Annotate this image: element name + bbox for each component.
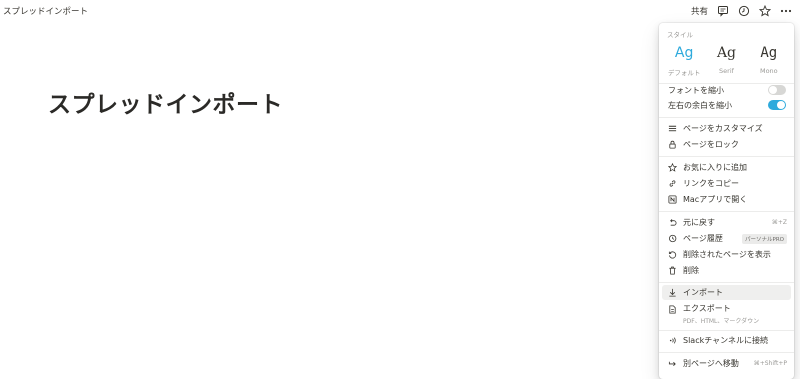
show-deleted-pages-label: 削除されたページを表示	[683, 250, 771, 259]
copy-link-item[interactable]: リンクをコピー	[662, 176, 791, 191]
style-mono-glyph: Ag	[760, 45, 778, 61]
restore-icon	[667, 250, 677, 260]
open-in-mac-item[interactable]: Macアプリで開く	[662, 192, 791, 207]
style-mono-label: Mono	[759, 67, 778, 75]
customize-page-item[interactable]: ページをカスタマイズ	[662, 121, 791, 136]
export-label: エクスポート	[683, 304, 731, 313]
connect-slack-label: Slackチャンネルに接続	[683, 336, 768, 345]
delete-item[interactable]: 削除	[662, 263, 791, 278]
style-section-title: スタイル	[667, 31, 693, 39]
breadcrumb[interactable]: スプレッドインポート	[3, 5, 88, 17]
trash-icon	[667, 266, 677, 276]
menu-divider	[659, 330, 794, 331]
undo-shortcut: ⌘+Z	[771, 219, 787, 226]
export-text: エクスポート PDF、HTML、マークダウン	[683, 303, 759, 325]
move-page-label: 別ページへ移動	[683, 359, 739, 368]
menu-divider	[659, 117, 794, 118]
undo-icon	[667, 218, 677, 228]
move-icon	[667, 359, 677, 369]
add-favorite-label: お気に入りに追加	[683, 163, 747, 172]
export-formats: PDF、HTML、マークダウン	[683, 318, 760, 325]
export-icon	[667, 304, 677, 314]
undo-label: 元に戻す	[683, 218, 715, 227]
lock-icon	[667, 140, 677, 150]
top-actions: 共有	[691, 3, 792, 19]
menu-divider	[659, 156, 794, 157]
small-text-label: フォントを縮小	[668, 86, 724, 95]
style-default-label: デフォルト	[667, 69, 701, 77]
show-deleted-pages-item[interactable]: 削除されたページを表示	[662, 247, 791, 262]
clock-icon[interactable]	[737, 5, 750, 18]
page-options-menu: スタイル Ag デフォルト Ag Serif Ag Mono フォントを縮小 左…	[659, 23, 794, 379]
small-text-toggle-row[interactable]: フォントを縮小	[662, 83, 791, 98]
small-text-toggle[interactable]	[768, 85, 786, 95]
lock-page-label: ページをロック	[683, 140, 739, 149]
menu-divider	[659, 211, 794, 212]
style-serif-glyph: Ag	[716, 45, 737, 61]
import-item[interactable]: インポート	[662, 285, 791, 300]
notion-icon	[667, 195, 677, 205]
page-history-label: ページ履歴	[683, 234, 723, 243]
move-page-item[interactable]: 別ページへ移動 ⌘+Shift+P	[662, 356, 791, 371]
star-icon[interactable]	[758, 5, 771, 18]
full-width-label: 左右の余白を縮小	[668, 101, 732, 110]
full-width-toggle[interactable]	[768, 100, 786, 110]
lock-page-item[interactable]: ページをロック	[662, 137, 791, 152]
style-serif-label: Serif	[719, 67, 734, 75]
style-default-glyph: Ag	[674, 45, 694, 61]
menu-divider	[659, 282, 794, 283]
page-title[interactable]: スプレッドインポート	[48, 85, 283, 119]
page-history-item[interactable]: ページ履歴 パーソナルPRO	[662, 231, 791, 246]
list-icon	[667, 124, 677, 134]
star-icon	[667, 163, 677, 173]
signal-icon	[667, 336, 677, 346]
top-bar: スプレッドインポート 共有	[0, 0, 800, 22]
customize-page-label: ページをカスタマイズ	[683, 124, 763, 133]
undo-item[interactable]: 元に戻す ⌘+Z	[662, 215, 791, 230]
history-icon	[667, 234, 677, 244]
move-page-shortcut: ⌘+Shift+P	[753, 360, 787, 367]
copy-link-label: リンクをコピー	[683, 179, 739, 188]
export-item[interactable]: エクスポート PDF、HTML、マークダウン	[662, 301, 791, 325]
link-icon	[667, 179, 677, 189]
connect-slack-item[interactable]: Slackチャンネルに接続	[662, 333, 791, 348]
pro-badge: パーソナルPRO	[742, 233, 787, 244]
more-icon[interactable]	[779, 5, 792, 18]
import-label: インポート	[683, 288, 723, 297]
add-favorite-item[interactable]: お気に入りに追加	[662, 160, 791, 175]
delete-label: 削除	[683, 266, 699, 275]
share-button[interactable]: 共有	[691, 5, 708, 17]
full-width-toggle-row[interactable]: 左右の余白を縮小	[662, 98, 791, 113]
comment-icon[interactable]	[716, 5, 729, 18]
download-icon	[667, 288, 677, 298]
open-in-mac-label: Macアプリで開く	[683, 195, 748, 204]
menu-divider	[659, 352, 794, 353]
